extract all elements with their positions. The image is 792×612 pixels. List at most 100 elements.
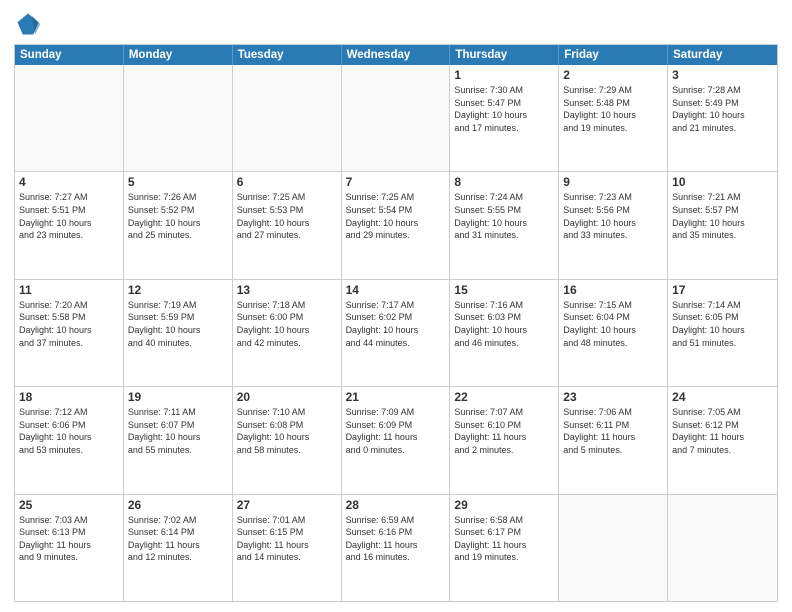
day-cell-28: 28Sunrise: 6:59 AMSunset: 6:16 PMDayligh… bbox=[342, 495, 451, 601]
day-header-sunday: Sunday bbox=[15, 45, 124, 65]
day-info: Sunrise: 7:07 AMSunset: 6:10 PMDaylight:… bbox=[454, 406, 554, 456]
day-cell-7: 7 Sunrise: 7:25 AMSunset: 5:54 PMDaylight… bbox=[342, 172, 451, 278]
day-cell-6: 6 Sunrise: 7:25 AMSunset: 5:53 PMDaylight… bbox=[233, 172, 342, 278]
day-cell-17: 17 Sunrise: 7:14 AMSunset: 6:05 PMDayligh… bbox=[668, 280, 777, 386]
logo bbox=[14, 10, 46, 38]
day-number: 24 bbox=[672, 390, 773, 404]
day-cell-29: 29Sunrise: 6:58 AMSunset: 6:17 PMDayligh… bbox=[450, 495, 559, 601]
page: SundayMondayTuesdayWednesdayThursdayFrid… bbox=[0, 0, 792, 612]
day-info: Sunrise: 7:14 AMSunset: 6:05 PMDaylight:… bbox=[672, 299, 773, 349]
day-number: 27 bbox=[237, 498, 337, 512]
empty-cell bbox=[15, 65, 124, 171]
day-info: Sunrise: 7:02 AMSunset: 6:14 PMDaylight:… bbox=[128, 514, 228, 564]
day-header-wednesday: Wednesday bbox=[342, 45, 451, 65]
day-cell-23: 23 Sunrise: 7:06 AMSunset: 6:11 PMDayligh… bbox=[559, 387, 668, 493]
day-info: Sunrise: 7:10 AMSunset: 6:08 PMDaylight:… bbox=[237, 406, 337, 456]
day-cell-8: 8Sunrise: 7:24 AMSunset: 5:55 PMDaylight… bbox=[450, 172, 559, 278]
day-header-monday: Monday bbox=[124, 45, 233, 65]
day-cell-16: 16 Sunrise: 7:15 AMSunset: 6:04 PMDayligh… bbox=[559, 280, 668, 386]
day-cell-1: 1 Sunrise: 7:30 AMSunset: 5:47 PMDaylight… bbox=[450, 65, 559, 171]
day-number: 28 bbox=[346, 498, 446, 512]
day-info: Sunrise: 7:29 AMSunset: 5:48 PMDaylight:… bbox=[563, 84, 663, 134]
day-info: Sunrise: 7:19 AMSunset: 5:59 PMDaylight:… bbox=[128, 299, 228, 349]
day-number: 23 bbox=[563, 390, 663, 404]
day-header-friday: Friday bbox=[559, 45, 668, 65]
day-number: 8 bbox=[454, 175, 554, 189]
day-number: 25 bbox=[19, 498, 119, 512]
day-number: 11 bbox=[19, 283, 119, 297]
day-cell-2: 2 Sunrise: 7:29 AMSunset: 5:48 PMDaylight… bbox=[559, 65, 668, 171]
day-cell-5: 5 Sunrise: 7:26 AMSunset: 5:52 PMDaylight… bbox=[124, 172, 233, 278]
week-row-3: 18 Sunrise: 7:12 AMSunset: 6:06 PMDayligh… bbox=[15, 387, 777, 494]
day-info: Sunrise: 7:26 AMSunset: 5:52 PMDaylight:… bbox=[128, 191, 228, 241]
day-cell-14: 14 Sunrise: 7:17 AMSunset: 6:02 PMDayligh… bbox=[342, 280, 451, 386]
day-cell-4: 4 Sunrise: 7:27 AMSunset: 5:51 PMDaylight… bbox=[15, 172, 124, 278]
day-number: 7 bbox=[346, 175, 446, 189]
day-number: 20 bbox=[237, 390, 337, 404]
empty-cell bbox=[559, 495, 668, 601]
week-row-4: 25 Sunrise: 7:03 AMSunset: 6:13 PMDayligh… bbox=[15, 495, 777, 601]
day-info: Sunrise: 7:16 AMSunset: 6:03 PMDaylight:… bbox=[454, 299, 554, 349]
day-info: Sunrise: 7:25 AMSunset: 5:54 PMDaylight:… bbox=[346, 191, 446, 241]
day-cell-27: 27 Sunrise: 7:01 AMSunset: 6:15 PMDayligh… bbox=[233, 495, 342, 601]
day-info: Sunrise: 7:01 AMSunset: 6:15 PMDaylight:… bbox=[237, 514, 337, 564]
day-number: 22 bbox=[454, 390, 554, 404]
day-cell-20: 20 Sunrise: 7:10 AMSunset: 6:08 PMDayligh… bbox=[233, 387, 342, 493]
day-info: Sunrise: 7:15 AMSunset: 6:04 PMDaylight:… bbox=[563, 299, 663, 349]
day-cell-12: 12 Sunrise: 7:19 AMSunset: 5:59 PMDayligh… bbox=[124, 280, 233, 386]
day-cell-11: 11 Sunrise: 7:20 AMSunset: 5:58 PMDayligh… bbox=[15, 280, 124, 386]
day-number: 5 bbox=[128, 175, 228, 189]
day-cell-18: 18 Sunrise: 7:12 AMSunset: 6:06 PMDayligh… bbox=[15, 387, 124, 493]
day-cell-15: 15 Sunrise: 7:16 AMSunset: 6:03 PMDayligh… bbox=[450, 280, 559, 386]
day-header-tuesday: Tuesday bbox=[233, 45, 342, 65]
day-cell-24: 24 Sunrise: 7:05 AMSunset: 6:12 PMDayligh… bbox=[668, 387, 777, 493]
day-info: Sunrise: 7:25 AMSunset: 5:53 PMDaylight:… bbox=[237, 191, 337, 241]
day-number: 18 bbox=[19, 390, 119, 404]
day-info: Sunrise: 7:06 AMSunset: 6:11 PMDaylight:… bbox=[563, 406, 663, 456]
empty-cell bbox=[668, 495, 777, 601]
day-cell-19: 19Sunrise: 7:11 AMSunset: 6:07 PMDayligh… bbox=[124, 387, 233, 493]
day-info: Sunrise: 7:30 AMSunset: 5:47 PMDaylight:… bbox=[454, 84, 554, 134]
day-number: 10 bbox=[672, 175, 773, 189]
day-info: Sunrise: 7:12 AMSunset: 6:06 PMDaylight:… bbox=[19, 406, 119, 456]
day-cell-25: 25 Sunrise: 7:03 AMSunset: 6:13 PMDayligh… bbox=[15, 495, 124, 601]
day-cell-21: 21Sunrise: 7:09 AMSunset: 6:09 PMDayligh… bbox=[342, 387, 451, 493]
day-number: 17 bbox=[672, 283, 773, 297]
day-number: 16 bbox=[563, 283, 663, 297]
logo-icon bbox=[14, 10, 42, 38]
day-number: 6 bbox=[237, 175, 337, 189]
day-number: 3 bbox=[672, 68, 773, 82]
day-number: 1 bbox=[454, 68, 554, 82]
day-number: 12 bbox=[128, 283, 228, 297]
day-cell-9: 9Sunrise: 7:23 AMSunset: 5:56 PMDaylight… bbox=[559, 172, 668, 278]
day-number: 15 bbox=[454, 283, 554, 297]
day-number: 13 bbox=[237, 283, 337, 297]
day-number: 29 bbox=[454, 498, 554, 512]
day-cell-13: 13 Sunrise: 7:18 AMSunset: 6:00 PMDayligh… bbox=[233, 280, 342, 386]
day-info: Sunrise: 7:17 AMSunset: 6:02 PMDaylight:… bbox=[346, 299, 446, 349]
empty-cell bbox=[124, 65, 233, 171]
empty-cell bbox=[342, 65, 451, 171]
week-row-0: 1 Sunrise: 7:30 AMSunset: 5:47 PMDaylight… bbox=[15, 65, 777, 172]
calendar: SundayMondayTuesdayWednesdayThursdayFrid… bbox=[14, 44, 778, 602]
day-info: Sunrise: 7:21 AMSunset: 5:57 PMDaylight:… bbox=[672, 191, 773, 241]
day-cell-22: 22 Sunrise: 7:07 AMSunset: 6:10 PMDayligh… bbox=[450, 387, 559, 493]
day-number: 4 bbox=[19, 175, 119, 189]
week-row-1: 4 Sunrise: 7:27 AMSunset: 5:51 PMDaylight… bbox=[15, 172, 777, 279]
header bbox=[14, 10, 778, 38]
week-row-2: 11 Sunrise: 7:20 AMSunset: 5:58 PMDayligh… bbox=[15, 280, 777, 387]
day-number: 2 bbox=[563, 68, 663, 82]
day-number: 9 bbox=[563, 175, 663, 189]
day-number: 14 bbox=[346, 283, 446, 297]
day-header-saturday: Saturday bbox=[668, 45, 777, 65]
day-info: Sunrise: 7:05 AMSunset: 6:12 PMDaylight:… bbox=[672, 406, 773, 456]
day-info: Sunrise: 7:27 AMSunset: 5:51 PMDaylight:… bbox=[19, 191, 119, 241]
day-info: Sunrise: 7:28 AMSunset: 5:49 PMDaylight:… bbox=[672, 84, 773, 134]
day-header-thursday: Thursday bbox=[450, 45, 559, 65]
day-cell-26: 26Sunrise: 7:02 AMSunset: 6:14 PMDayligh… bbox=[124, 495, 233, 601]
day-info: Sunrise: 7:03 AMSunset: 6:13 PMDaylight:… bbox=[19, 514, 119, 564]
day-info: Sunrise: 7:18 AMSunset: 6:00 PMDaylight:… bbox=[237, 299, 337, 349]
day-cell-10: 10 Sunrise: 7:21 AMSunset: 5:57 PMDayligh… bbox=[668, 172, 777, 278]
day-number: 21 bbox=[346, 390, 446, 404]
day-info: Sunrise: 7:20 AMSunset: 5:58 PMDaylight:… bbox=[19, 299, 119, 349]
